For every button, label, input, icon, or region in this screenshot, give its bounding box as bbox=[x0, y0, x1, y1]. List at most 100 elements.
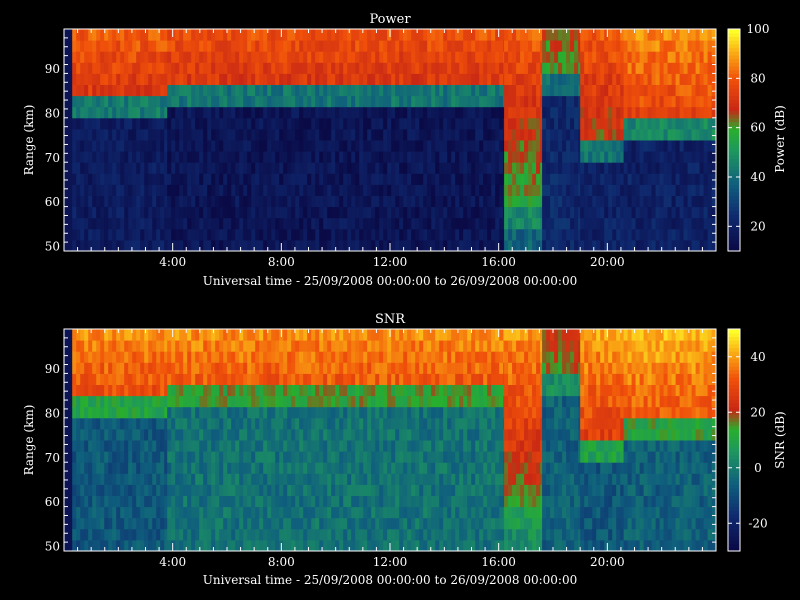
heatmap-cell bbox=[140, 173, 145, 185]
heatmap-cell bbox=[627, 29, 633, 41]
heatmap-cell bbox=[295, 351, 300, 363]
heatmap-cell bbox=[156, 417, 161, 430]
heatmap-cell bbox=[219, 184, 224, 196]
heatmap-cell bbox=[140, 373, 145, 385]
heatmap-cell bbox=[347, 62, 352, 74]
heatmap-cell bbox=[124, 195, 129, 208]
heatmap-cell bbox=[116, 340, 121, 352]
heatmap-cell bbox=[283, 228, 288, 241]
heatmap-cell bbox=[659, 51, 665, 63]
heatmap-cell bbox=[175, 517, 180, 530]
heatmap-cell bbox=[516, 84, 521, 97]
heatmap-cell bbox=[419, 95, 424, 108]
heatmap-cell bbox=[207, 117, 212, 130]
heatmap-cell bbox=[447, 228, 452, 241]
heatmap-cell bbox=[403, 184, 408, 196]
heatmap-cell bbox=[100, 517, 105, 530]
heatmap-cell bbox=[574, 151, 579, 163]
heatmap-cell bbox=[80, 228, 85, 241]
heatmap-cell bbox=[207, 340, 212, 352]
heatmap-cell bbox=[703, 84, 709, 97]
heatmap-cell bbox=[199, 440, 204, 452]
heatmap-cell bbox=[671, 95, 677, 108]
heatmap-cell bbox=[403, 128, 408, 141]
heatmap-cell bbox=[691, 162, 697, 174]
heatmap-cell bbox=[612, 206, 617, 219]
heatmap-cell bbox=[100, 417, 105, 430]
heatmap-cell bbox=[339, 84, 344, 97]
heatmap-cell bbox=[331, 528, 336, 541]
heatmap-cell bbox=[96, 228, 101, 241]
heatmap-cell bbox=[363, 40, 368, 52]
heatmap-cell bbox=[156, 451, 161, 463]
heatmap-cell bbox=[219, 451, 224, 463]
heatmap-cell bbox=[347, 162, 352, 174]
heatmap-cell bbox=[72, 117, 77, 130]
heatmap-cell bbox=[167, 117, 172, 130]
heatmap-cell bbox=[319, 362, 324, 374]
heatmap-cell bbox=[707, 95, 713, 108]
heatmap-cell bbox=[108, 506, 113, 519]
heatmap-cell bbox=[88, 329, 93, 341]
heatmap-cell bbox=[167, 40, 172, 52]
heatmap-cell bbox=[231, 95, 236, 108]
heatmap-cell bbox=[247, 384, 252, 397]
heatmap-cell bbox=[92, 40, 97, 52]
heatmap-cell bbox=[171, 217, 176, 230]
heatmap-cell bbox=[558, 95, 563, 108]
heatmap-cell bbox=[279, 440, 284, 452]
heatmap-cell bbox=[136, 451, 141, 463]
heatmap-cell bbox=[546, 84, 551, 97]
heatmap-cell bbox=[383, 84, 388, 97]
heatmap-cell bbox=[76, 29, 81, 41]
heatmap-cell bbox=[100, 84, 105, 97]
heatmap-cell bbox=[104, 84, 109, 97]
heatmap-cell bbox=[554, 51, 559, 63]
heatmap-cell bbox=[303, 473, 308, 485]
heatmap-cell bbox=[108, 462, 113, 474]
heatmap-cell bbox=[156, 528, 161, 541]
heatmap-cell bbox=[339, 106, 344, 119]
heatmap-cell bbox=[524, 128, 529, 141]
heatmap-cell bbox=[223, 451, 228, 463]
heatmap-cell bbox=[295, 539, 300, 552]
heatmap-cell bbox=[307, 239, 312, 252]
heatmap-cell bbox=[499, 73, 504, 85]
heatmap-cell bbox=[487, 140, 492, 152]
heatmap-cell bbox=[327, 40, 332, 52]
heatmap-cell bbox=[239, 440, 244, 452]
heatmap-cell bbox=[239, 506, 244, 519]
heatmap-cell bbox=[215, 128, 220, 141]
heatmap-cell bbox=[467, 106, 472, 119]
heatmap-cell bbox=[120, 62, 125, 74]
heatmap-cell bbox=[631, 40, 637, 52]
heatmap-cell bbox=[84, 517, 89, 530]
heatmap-cell bbox=[303, 195, 308, 208]
heatmap-cell bbox=[339, 228, 344, 241]
heatmap-cell bbox=[600, 117, 605, 130]
heatmap-cell bbox=[659, 140, 665, 152]
heatmap-cell bbox=[100, 228, 105, 241]
heatmap-cell bbox=[623, 206, 629, 219]
heatmap-cell bbox=[140, 162, 145, 174]
heatmap-cell bbox=[179, 162, 184, 174]
heatmap-cell bbox=[247, 362, 252, 374]
heatmap-cell bbox=[339, 473, 344, 485]
heatmap-cell bbox=[96, 384, 101, 397]
heatmap-cell bbox=[319, 73, 324, 85]
heatmap-cell bbox=[311, 84, 316, 97]
heatmap-cell bbox=[191, 484, 196, 496]
heatmap-cell bbox=[584, 206, 589, 219]
heatmap-cell bbox=[596, 195, 601, 208]
heatmap-cell bbox=[616, 106, 621, 119]
heatmap-cell bbox=[627, 128, 633, 141]
heatmap-cell bbox=[546, 117, 551, 130]
heatmap-cell bbox=[291, 417, 296, 430]
heatmap-cell bbox=[520, 84, 525, 97]
heatmap-cell bbox=[100, 128, 105, 141]
heatmap-cell bbox=[383, 195, 388, 208]
heatmap-cell bbox=[179, 173, 184, 185]
heatmap-cell bbox=[295, 506, 300, 519]
heatmap-cell bbox=[343, 128, 348, 141]
heatmap-cell bbox=[231, 84, 236, 97]
